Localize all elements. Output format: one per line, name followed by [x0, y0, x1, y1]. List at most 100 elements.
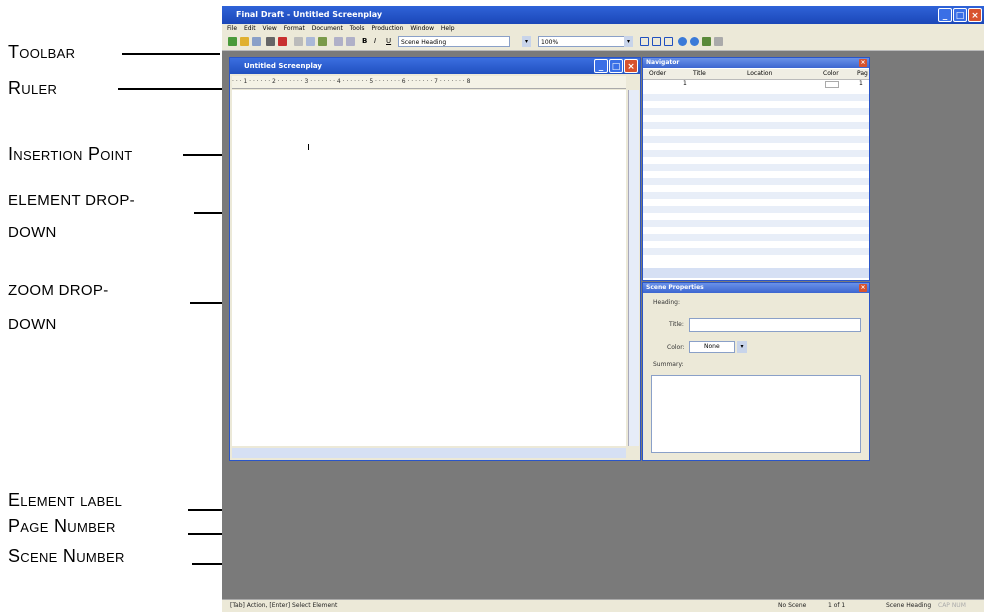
app-title: Final Draft - Untitled Screenplay — [236, 10, 383, 19]
table-row — [643, 164, 869, 171]
menu-format[interactable]: Format — [284, 25, 305, 32]
open-icon[interactable] — [240, 37, 249, 46]
insertion-point — [308, 144, 309, 150]
color-select[interactable]: None — [689, 341, 735, 353]
annotation-element-label: Element label — [8, 490, 123, 510]
doc-maximize-icon[interactable]: □ — [609, 59, 623, 73]
summary-textarea[interactable] — [651, 375, 861, 453]
navigator-panel: Navigator × Order Title Location Color P… — [642, 57, 870, 281]
scene-properties-titlebar: Scene Properties × — [643, 283, 869, 293]
index-cards-icon[interactable] — [690, 37, 699, 46]
title-input[interactable] — [689, 318, 861, 332]
annotation-element-dropdown-2: down — [8, 224, 57, 241]
doc-close-icon[interactable]: × — [624, 59, 638, 73]
col-color[interactable]: Color — [823, 69, 839, 79]
table-row — [643, 206, 869, 213]
table-row[interactable]: 1 1 — [643, 80, 869, 88]
vertical-scrollbar[interactable] — [628, 90, 639, 446]
col-page[interactable]: Pag — [857, 69, 868, 79]
undo-icon[interactable] — [334, 37, 343, 46]
document-window: Untitled Screenplay _ □ × · · · 1 · · · … — [229, 57, 641, 461]
pdf-icon[interactable] — [278, 37, 287, 46]
table-row — [643, 122, 869, 129]
normal-view-icon[interactable] — [640, 37, 649, 46]
table-row — [643, 234, 869, 241]
navigator-close-icon[interactable]: × — [859, 59, 867, 67]
annotation-zoom-dropdown: zoom drop- — [8, 282, 109, 299]
scene-properties-panel: Scene Properties × Heading: Title: Color… — [642, 282, 870, 461]
minimize-icon[interactable]: _ — [938, 8, 952, 22]
table-row — [643, 192, 869, 199]
script-page[interactable] — [232, 90, 626, 446]
bold-icon[interactable]: B — [362, 37, 371, 46]
new-icon[interactable] — [228, 37, 237, 46]
redo-icon[interactable] — [346, 37, 355, 46]
menu-production[interactable]: Production — [371, 25, 403, 32]
menu-edit[interactable]: Edit — [244, 25, 256, 32]
col-title[interactable]: Title — [693, 69, 706, 79]
element-dropdown-arrow-icon[interactable]: ▾ — [522, 36, 531, 47]
row-order: 1 — [683, 80, 687, 87]
scene-number: No Scene — [778, 602, 807, 609]
scene-properties-title: Scene Properties — [646, 284, 704, 291]
annotation-zoom-dropdown-2: down — [8, 316, 57, 333]
annotation-toolbar: Toolbar — [8, 42, 76, 62]
caps-indicator: CAP NUM — [938, 602, 966, 609]
menu-window[interactable]: Window — [410, 25, 434, 32]
annotation-line-ruler — [118, 88, 222, 90]
close-icon[interactable]: × — [968, 8, 982, 22]
split-view-icon[interactable] — [664, 37, 673, 46]
save-icon[interactable] — [252, 37, 261, 46]
doc-minimize-icon[interactable]: _ — [594, 59, 608, 73]
annotation-page-number: Page Number — [8, 516, 116, 536]
title-label: Title: — [669, 321, 684, 328]
row-page: 1 — [859, 80, 863, 87]
navigator-icon[interactable] — [678, 37, 687, 46]
table-row — [643, 136, 869, 143]
menu-file[interactable]: File — [227, 25, 237, 32]
navigator-hscrollbar[interactable] — [643, 268, 869, 278]
table-row — [643, 178, 869, 185]
underline-icon[interactable]: U — [386, 37, 395, 46]
zoom-dropdown[interactable]: 100% — [538, 36, 628, 47]
maximize-icon[interactable]: □ — [953, 8, 967, 22]
scene-view-icon[interactable] — [702, 37, 711, 46]
menu-document[interactable]: Document — [312, 25, 343, 32]
status-hint: [Tab] Action, [Enter] Select Element — [230, 602, 338, 609]
annotation-line-toolbar — [122, 53, 220, 55]
summary-label: Summary: — [653, 361, 684, 368]
table-row — [643, 248, 869, 255]
horizontal-scrollbar[interactable] — [232, 448, 626, 458]
document-titlebar: Untitled Screenplay _ □ × — [230, 58, 640, 74]
document-title: Untitled Screenplay — [244, 62, 322, 70]
annotation-ruler: Ruler — [8, 78, 58, 98]
row-color-swatch — [825, 81, 839, 88]
scene-properties-close-icon[interactable]: × — [859, 284, 867, 292]
toolbar: B I U Scene Heading ▾ 100% ▾ — [222, 34, 984, 51]
table-row — [643, 150, 869, 157]
script-notes-icon[interactable] — [714, 37, 723, 46]
italic-icon[interactable]: I — [374, 37, 383, 46]
col-location[interactable]: Location — [747, 69, 772, 79]
paste-icon[interactable] — [318, 37, 327, 46]
app-titlebar: Final Draft - Untitled Screenplay _ □ × — [222, 6, 984, 24]
element-label: Scene Heading — [886, 602, 932, 609]
cut-icon[interactable] — [294, 37, 303, 46]
menu-view[interactable]: View — [263, 25, 277, 32]
menu-tools[interactable]: Tools — [350, 25, 365, 32]
table-row — [643, 220, 869, 227]
color-dropdown-icon[interactable]: ▾ — [737, 341, 747, 353]
menu-help[interactable]: Help — [441, 25, 455, 32]
menu-bar: File Edit View Format Document Tools Pro… — [222, 24, 984, 34]
page-view-icon[interactable] — [652, 37, 661, 46]
print-icon[interactable] — [266, 37, 275, 46]
copy-icon[interactable] — [306, 37, 315, 46]
zoom-dropdown-arrow-icon[interactable]: ▾ — [624, 36, 633, 47]
navigator-titlebar: Navigator × — [643, 58, 869, 68]
col-order[interactable]: Order — [649, 69, 666, 79]
ruler[interactable]: · · · 1 · · · · · · 2 · · · · · · · 3 · … — [232, 76, 626, 89]
annotation-insertion-point: Insertion Point — [8, 144, 133, 164]
status-bar: [Tab] Action, [Enter] Select Element No … — [222, 599, 984, 612]
table-row — [643, 94, 869, 101]
element-dropdown[interactable]: Scene Heading — [398, 36, 510, 47]
